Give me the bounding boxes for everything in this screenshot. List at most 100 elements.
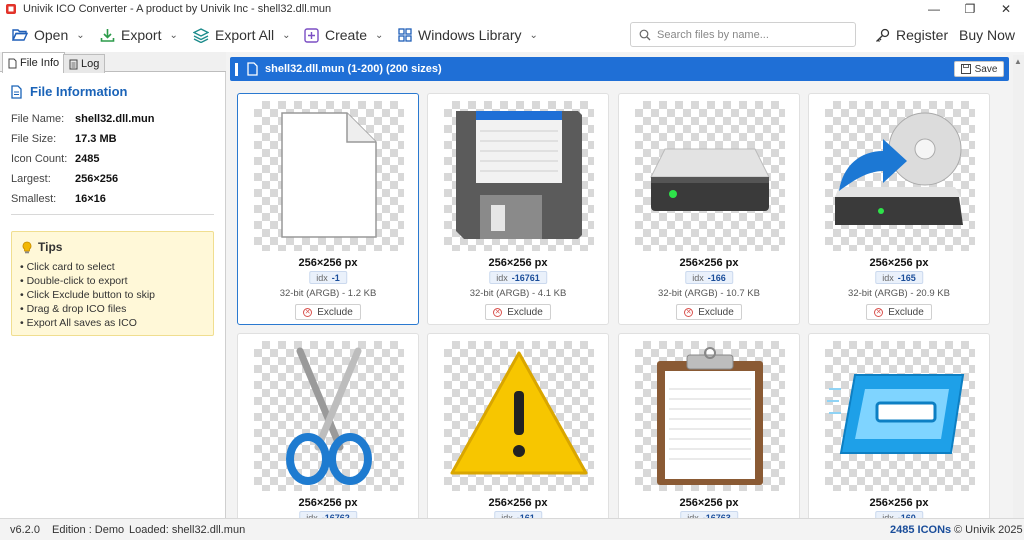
save-button[interactable]: Save [954,61,1004,77]
register-label: Register [896,27,949,43]
icon-card[interactable]: 256×256 px idx -16761 32-bit (ARGB) - 4.1… [427,93,609,325]
toolbar: Open ⌄ Export ⌄ Export All ⌄ Create ⌄ Wi… [0,18,1024,52]
exclude-label: Exclude [888,306,924,318]
exclude-button[interactable]: ✕ Exclude [295,304,361,320]
icon-meta: 32-bit (ARGB) - 4.1 KB [469,288,567,299]
export-all-button[interactable]: Export All ⌄ [193,24,291,46]
cd-drive-autoplay-icon [835,112,963,225]
icon-card[interactable]: 256×256 px idx-16763 [618,333,800,540]
maximize-button[interactable]: ❐ [952,0,988,18]
create-button[interactable]: Create ⌄ [304,24,383,46]
exclude-label: Exclude [507,306,543,318]
info-label: Icon Count: [11,153,68,165]
tab-file-info-label: File Info [20,57,60,69]
exclude-label: Exclude [698,306,734,318]
tips-heading: Tips [22,240,62,254]
tab-log-label: Log [81,58,100,70]
floppy-disk-icon [456,111,582,239]
title-bar: Univik ICO Converter - A product by Univ… [0,0,1024,18]
document-icon [11,84,22,99]
banner-accent-bar [235,63,238,76]
info-value: shell32.dll.mun [75,113,155,125]
open-button[interactable]: Open ⌄ [12,24,85,46]
search-icon [639,29,651,40]
icon-size: 256×256 px [869,497,929,509]
file-banner: shell32.dll.mun (1-200) (200 sizes) Save [230,57,1009,81]
icon-size: 256×256 px [679,257,739,269]
icon-size: 256×256 px [488,497,548,509]
close-circle-icon: ✕ [303,307,313,317]
chevron-down-icon: ⌄ [169,29,178,41]
icon-card[interactable]: 256×256 px idx-161 [427,333,609,540]
exclude-button[interactable]: ✕ Exclude [676,304,742,320]
grid-icon [398,28,412,42]
register-button[interactable]: Register [875,24,948,46]
idx-value: -166 [707,272,726,283]
document-icon [8,58,17,68]
banner-title: shell32.dll.mun (1-200) (200 sizes) [265,63,442,75]
icon-preview [825,341,975,491]
save-icon [960,64,971,74]
close-circle-icon: ✕ [684,307,694,317]
tips-title: Tips [38,240,63,254]
create-label: Create [325,27,368,43]
info-label: File Name: [11,113,65,125]
clipboard-icon [657,347,763,485]
blank-document-icon [281,112,377,238]
scroll-up-arrow-icon[interactable]: ▲ [1014,57,1022,66]
export-all-label: Export All [215,27,275,43]
layers-icon [193,27,209,43]
icon-preview [825,101,975,251]
info-value: 17.3 MB [75,133,117,145]
icon-index-badge: idx -165 [875,271,923,284]
icon-preview [254,341,404,491]
log-icon [69,59,78,69]
idx-label: idx [882,272,894,283]
idx-label: idx [316,272,328,283]
buy-now-button[interactable]: Buy Now [959,24,1015,46]
icon-card[interactable]: 256×256 px idx -1 32-bit (ARGB) - 1.2 KB … [237,93,419,325]
chevron-down-icon: ⌄ [529,29,538,41]
icon-size: 256×256 px [679,497,739,509]
window-app-icon [827,374,965,454]
icon-size: 256×256 px [488,257,548,269]
icon-meta: 32-bit (ARGB) - 10.7 KB [658,288,760,299]
exclude-button[interactable]: ✕ Exclude [485,304,551,320]
tab-log[interactable]: Log [63,54,106,73]
icon-card[interactable]: 256×256 px idx-160 [808,333,990,540]
main-area: shell32.dll.mun (1-200) (200 sizes) Save… [227,52,1024,540]
icon-preview [635,101,785,251]
loaded-text: Loaded: shell32.dll.mun [129,524,246,536]
export-button[interactable]: Export ⌄ [100,24,178,46]
file-info-title: File Information [30,84,128,99]
exclude-button[interactable]: ✕ Exclude [866,304,932,320]
info-row-icon-count: Icon Count: 2485 [11,153,99,165]
minimize-button[interactable]: — [916,0,952,18]
icon-preview [635,341,785,491]
vertical-scrollbar[interactable]: ▲ [1013,55,1024,518]
hard-drive-icon [650,148,770,211]
tips-box: Tips • Click card to select • Double-cli… [11,231,214,336]
windows-library-label: Windows Library [418,27,522,43]
search-input[interactable] [657,28,847,41]
chevron-down-icon: ⌄ [76,29,85,41]
icon-meta: 32-bit (ARGB) - 20.9 KB [848,288,950,299]
icon-size: 256×256 px [298,497,358,509]
icon-card[interactable]: 256×256 px idx -165 32-bit (ARGB) - 20.9 … [808,93,990,325]
tab-file-info[interactable]: File Info [2,52,66,73]
idx-value: -16761 [511,272,540,283]
info-row-file-name: File Name: shell32.dll.mun [11,113,154,125]
status-bar: v6.2.0 Edition : Demo Loaded: shell32.dl… [0,518,1024,540]
icon-card[interactable]: 256×256 px idx -166 32-bit (ARGB) - 10.7 … [618,93,800,325]
close-window-button[interactable]: ✕ [988,0,1024,18]
icon-preview [444,341,594,491]
warning-icon [450,351,588,475]
list-item: • Export All saves as ICO [20,317,137,329]
add-square-icon [304,27,319,43]
icon-card[interactable]: 256×256 px idx-16762 [237,333,419,540]
icon-size: 256×256 px [298,257,358,269]
icon-index-badge: idx -1 [309,271,347,284]
windows-library-button[interactable]: Windows Library ⌄ [398,24,538,46]
scissors-icon [286,347,372,485]
icon-index-badge: idx -16761 [489,271,547,284]
